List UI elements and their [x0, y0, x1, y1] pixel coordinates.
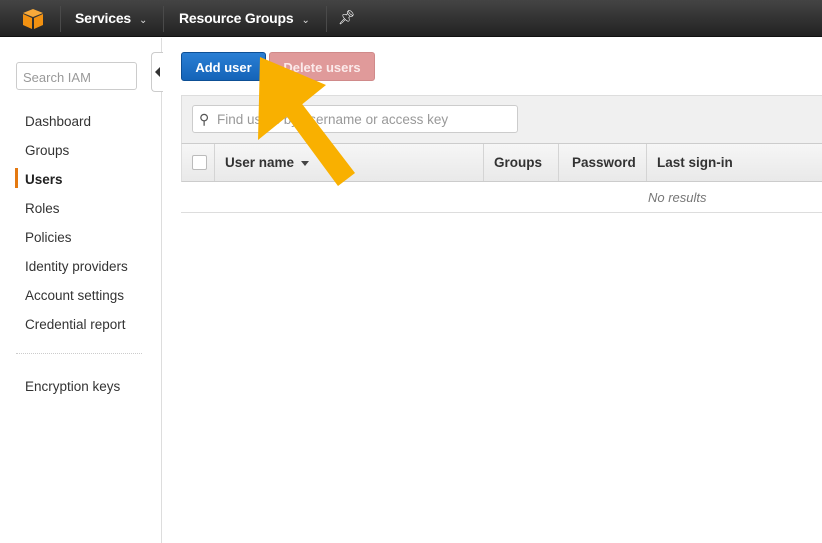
- column-label: User name: [225, 155, 295, 170]
- sidebar-item-roles[interactable]: Roles: [25, 201, 60, 216]
- filter-bar: ⚲ Find users by username or access key: [181, 95, 822, 143]
- sidebar-item-groups[interactable]: Groups: [25, 143, 69, 158]
- resource-groups-menu[interactable]: Resource Groups ⌄: [179, 10, 310, 26]
- select-all-checkbox[interactable]: [192, 155, 207, 170]
- services-menu[interactable]: Services ⌄: [75, 10, 147, 26]
- filter-placeholder: Find users by username or access key: [217, 112, 449, 127]
- column-groups[interactable]: Groups: [484, 144, 559, 181]
- aws-cube-icon[interactable]: [22, 8, 44, 30]
- pin-icon[interactable]: 📌︎: [338, 9, 356, 26]
- chevron-down-icon: ⌄: [301, 15, 310, 26]
- column-label: Groups: [494, 155, 543, 170]
- delete-users-button[interactable]: Delete users: [269, 52, 375, 81]
- add-user-button[interactable]: Add user: [181, 52, 266, 81]
- nav-divider: [326, 6, 327, 32]
- sidebar-item-users[interactable]: Users: [25, 172, 63, 187]
- sidebar-item-identity-providers[interactable]: Identity providers: [25, 259, 128, 274]
- collapse-sidebar-button[interactable]: [151, 52, 163, 92]
- filter-users-input[interactable]: ⚲ Find users by username or access key: [192, 105, 518, 133]
- active-indicator: [15, 168, 18, 188]
- column-password[interactable]: Password: [559, 144, 647, 181]
- column-label: Password: [572, 155, 636, 170]
- chevron-down-icon: ⌄: [139, 15, 148, 26]
- sidebar: Search IAM Dashboard Groups Users Roles …: [0, 38, 162, 543]
- column-last-sign-in[interactable]: Last sign-in: [647, 144, 822, 181]
- top-nav-bar: Services ⌄ Resource Groups ⌄ 📌︎: [0, 0, 822, 37]
- sidebar-divider: [16, 353, 142, 354]
- users-table: ⚲ Find users by username or access key U…: [181, 95, 822, 213]
- search-icon: ⚲: [199, 111, 210, 127]
- sidebar-item-credential-report[interactable]: Credential report: [25, 317, 126, 332]
- sidebar-item-encryption-keys[interactable]: Encryption keys: [25, 379, 120, 394]
- nav-divider: [60, 6, 61, 32]
- sidebar-item-policies[interactable]: Policies: [25, 230, 72, 245]
- caret-left-icon: [155, 67, 160, 77]
- search-iam-input[interactable]: Search IAM: [16, 62, 137, 90]
- nav-divider: [163, 6, 164, 32]
- table-header: User name Groups Password Last sign-in: [181, 143, 822, 182]
- sidebar-item-account-settings[interactable]: Account settings: [25, 288, 124, 303]
- sidebar-item-dashboard[interactable]: Dashboard: [25, 114, 91, 129]
- column-user-name[interactable]: User name: [215, 144, 484, 181]
- column-label: Last sign-in: [657, 155, 733, 170]
- sort-caret-icon: [301, 160, 310, 166]
- select-all-cell: [182, 144, 215, 181]
- empty-state: No results: [181, 182, 822, 213]
- resource-groups-label: Resource Groups: [179, 10, 294, 26]
- services-label: Services: [75, 10, 132, 26]
